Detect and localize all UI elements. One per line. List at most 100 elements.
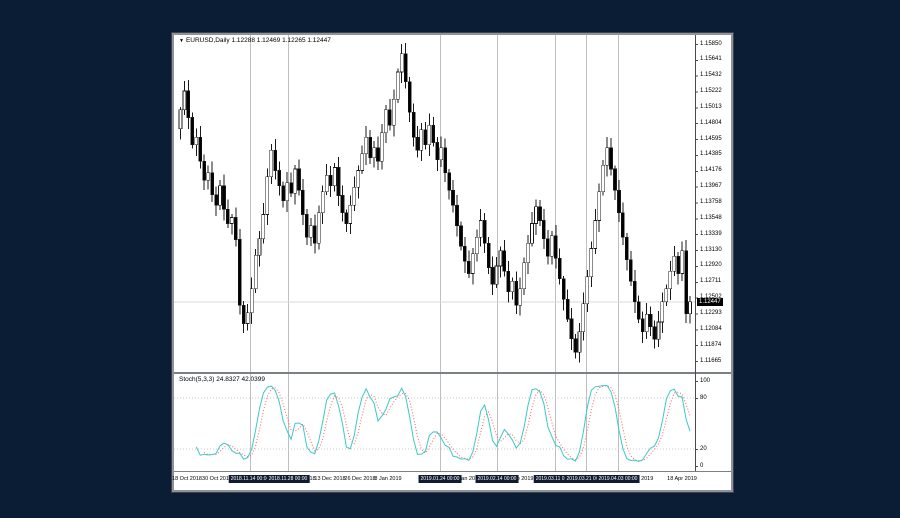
stoch-axis-label: 20 [700, 446, 707, 452]
candle-bear [416, 137, 419, 150]
candle-bull [598, 192, 601, 221]
candle-bull [392, 99, 395, 125]
candle-bear [424, 130, 427, 145]
date-axis-label: 30 Oct 2018 [202, 476, 232, 482]
candle-bull [250, 289, 253, 313]
candle-bear [444, 148, 447, 173]
current-price-tag: 1.12447 [697, 298, 723, 306]
candle-bull [195, 137, 198, 145]
candle-bull [606, 148, 609, 165]
candle-bear [653, 327, 656, 340]
candle-bear [685, 251, 688, 314]
candle-bull [349, 205, 352, 223]
candle-bear [191, 117, 194, 144]
price-axis-label: 1.15222 [700, 88, 722, 94]
candle-bear [234, 217, 237, 239]
desktop-background: { "window": { "title": { "arrow": "▼", "… [0, 0, 900, 518]
price-axis-label: 1.14176 [700, 167, 722, 173]
candle-bear [290, 183, 293, 194]
candle-bear [226, 209, 229, 223]
candle-bull [179, 110, 182, 129]
candle-bull [661, 302, 664, 322]
candle-bear [222, 186, 225, 209]
candle-bull [246, 313, 249, 324]
candle-bull [657, 322, 660, 339]
indicator-label: Stoch(5,3,3) 24.8327 42.0399 [179, 376, 265, 383]
candle-bear [211, 173, 214, 195]
candle-bull [361, 154, 364, 171]
candle-bear [538, 207, 541, 221]
candle-bear [313, 226, 316, 243]
candle-bear [215, 195, 218, 206]
candle-bear [305, 214, 308, 237]
candle-bear [369, 137, 372, 157]
candle-bear [503, 251, 506, 271]
candle-bear [507, 271, 510, 291]
candle-bull [262, 214, 265, 238]
price-axis-label: 1.14385 [700, 151, 722, 157]
candle-bear [546, 239, 549, 256]
candle-bear [377, 148, 380, 162]
candle-bear [341, 196, 344, 213]
candle-bull [689, 302, 692, 314]
candle-bear [566, 299, 569, 319]
price-axis-label: 1.12920 [700, 262, 722, 268]
candle-bull [373, 148, 376, 158]
chart-canvas[interactable] [174, 35, 731, 490]
candle-bull [254, 255, 257, 288]
date-axis-label: 13 Dec 2018 [314, 476, 345, 482]
date-marker-box: 2018.11.14 00:00 [229, 475, 272, 483]
price-axis-label: 1.11665 [700, 358, 721, 364]
candle-bear [515, 281, 518, 305]
candle-bear [633, 281, 636, 301]
candle-bear [483, 221, 486, 244]
date-axis-label: 26 Dec 2018 [344, 476, 375, 482]
candle-bear [412, 112, 415, 137]
candle-bear [448, 173, 451, 190]
price-axis-label: 1.15013 [700, 104, 722, 110]
date-marker-box: 2019.01.24 00:00 [419, 475, 462, 483]
candle-bull [428, 125, 431, 145]
date-axis[interactable]: 18 Oct 201830 Oct 201829 Nov 201813 Dec … [174, 472, 731, 490]
candle-bear [187, 91, 190, 118]
price-axis[interactable]: 1.158501.156411.154321.152221.150131.148… [695, 35, 731, 471]
candle-bear [238, 239, 241, 305]
date-axis-label: 18 Apr 2019 [667, 476, 697, 482]
candle-bull [519, 289, 522, 306]
candle-bull [294, 169, 297, 193]
chevron-down-icon[interactable]: ▼ [179, 38, 184, 44]
price-axis-label: 1.11874 [700, 342, 721, 348]
candle-bull [550, 236, 553, 256]
price-axis-label: 1.14804 [700, 120, 722, 126]
candle-bull [527, 243, 530, 263]
candle-bull [645, 314, 648, 331]
candle-bull [365, 137, 368, 154]
candle-bear [459, 226, 462, 246]
candle-bull [475, 237, 478, 254]
candle-bull [230, 217, 233, 223]
candle-bear [408, 82, 411, 112]
candle-bull [384, 110, 387, 133]
candle-bear [404, 54, 407, 82]
date-marker-box: 2018.11.28 00:00 [267, 475, 310, 483]
candle-bear [278, 171, 281, 186]
candle-bear [337, 167, 340, 195]
candle-bull [681, 251, 684, 274]
candle-bull [396, 72, 399, 99]
candle-bull [673, 256, 676, 271]
candle-bear [614, 169, 617, 190]
candle-bear [610, 148, 613, 169]
price-axis-label: 1.13548 [700, 215, 722, 221]
price-axis-label: 1.13758 [700, 199, 722, 205]
candle-bull [511, 281, 514, 292]
candle-bear [282, 186, 285, 201]
candle-bear [242, 305, 245, 323]
price-axis-label: 1.13967 [700, 183, 722, 189]
candle-bear [329, 175, 332, 186]
candle-bear [621, 213, 624, 237]
candle-bull [219, 186, 222, 206]
price-axis-label: 1.13339 [700, 231, 722, 237]
candle-bear [649, 314, 652, 326]
candle-bear [436, 142, 439, 159]
candle-bull [602, 165, 605, 192]
